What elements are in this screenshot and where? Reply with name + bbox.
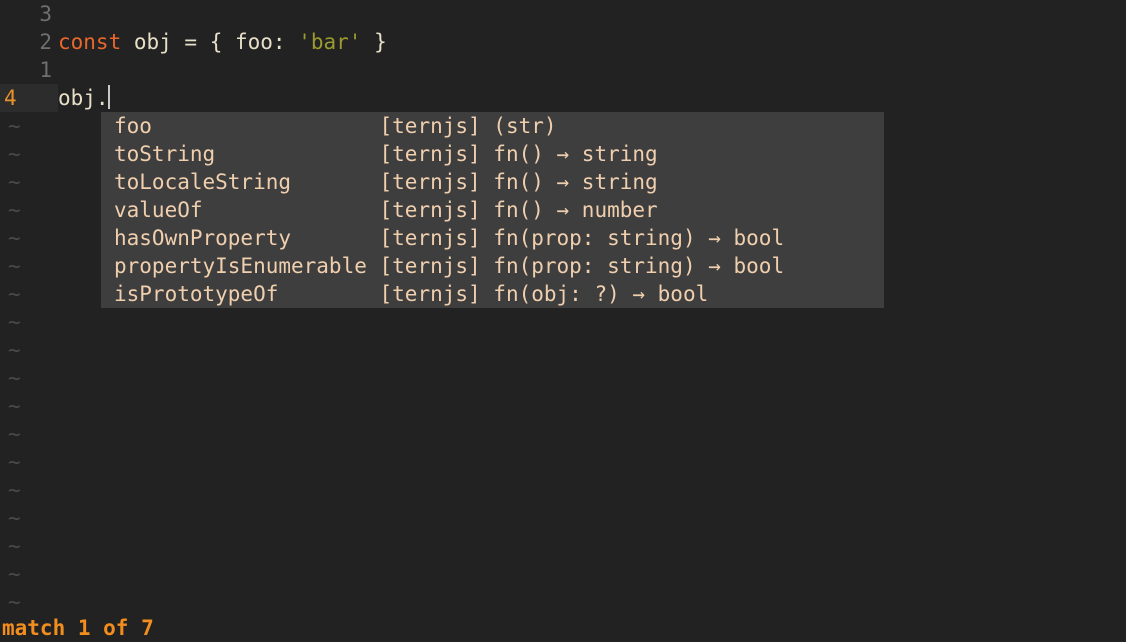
text-cursor <box>107 85 110 109</box>
editor-line[interactable]: 2 const obj = { foo: 'bar' } <box>0 28 1126 56</box>
code-token-plain: obj. <box>58 86 109 110</box>
autocomplete-item[interactable]: hasOwnProperty [ternjs] fn(prop: string)… <box>101 224 884 252</box>
autocomplete-item-name: isPrototypeOf <box>114 282 380 306</box>
line-number: 4 <box>0 84 58 112</box>
code-token-string: 'bar' <box>298 30 362 54</box>
code-text: obj. <box>58 84 110 112</box>
empty-line-tilde: ~ <box>8 366 21 390</box>
empty-line-tilde: ~ <box>8 534 21 558</box>
autocomplete-item-name: foo <box>114 114 380 138</box>
autocomplete-item[interactable]: valueOf [ternjs] fn() → number <box>101 196 884 224</box>
empty-line-tilde: ~ <box>8 338 21 362</box>
code-text: const obj = { foo: 'bar' } <box>58 28 387 56</box>
autocomplete-item[interactable]: foo [ternjs] (str) <box>101 112 884 140</box>
empty-line-tilde: ~ <box>8 282 21 306</box>
autocomplete-item[interactable]: propertyIsEnumerable [ternjs] fn(prop: s… <box>101 252 884 280</box>
empty-line-tilde: ~ <box>8 590 21 614</box>
status-message: match 1 of 7 <box>2 616 154 640</box>
editor-line-current[interactable]: 4 obj. <box>0 84 1126 112</box>
empty-line-tilde: ~ <box>8 226 21 250</box>
empty-line-tilde: ~ <box>8 198 21 222</box>
autocomplete-popup[interactable]: foo [ternjs] (str) toString [ternjs] fn()… <box>101 112 884 308</box>
autocomplete-item-name: toLocaleString <box>114 170 380 194</box>
autocomplete-item[interactable]: toLocaleString [ternjs] fn() → string <box>101 168 884 196</box>
empty-line-tilde: ~ <box>8 478 21 502</box>
autocomplete-item-signature: [ternjs] fn(obj: ?) → bool <box>379 282 709 306</box>
status-line: match 1 of 7 <box>0 614 1126 642</box>
vim-editor-window: 3 2 const obj = { foo: 'bar' } 1 4 obj. ~ ~ ~ ~ ~ ~… <box>0 0 1126 642</box>
code-token-keyword: const <box>58 30 122 54</box>
empty-line-tilde: ~ <box>8 394 21 418</box>
empty-line-tilde: ~ <box>8 562 21 586</box>
code-token-plain: obj = { foo: <box>121 30 299 54</box>
empty-line-tilde: ~ <box>8 506 21 530</box>
line-number: 1 <box>39 58 52 82</box>
autocomplete-item-signature: [ternjs] fn(prop: string) → bool <box>379 254 785 278</box>
autocomplete-item-signature: [ternjs] fn() → string <box>379 170 658 194</box>
autocomplete-item-name: toString <box>114 142 380 166</box>
code-token-plain: } <box>361 30 387 54</box>
autocomplete-item[interactable]: toString [ternjs] fn() → string <box>101 140 884 168</box>
autocomplete-item-name: valueOf <box>114 198 380 222</box>
autocomplete-item-signature: [ternjs] (str) <box>379 114 557 138</box>
line-number: 2 <box>39 30 52 54</box>
editor-line[interactable]: 1 <box>0 56 1126 84</box>
autocomplete-item[interactable]: isPrototypeOf [ternjs] fn(obj: ?) → bool <box>101 280 884 308</box>
editor-line[interactable]: 3 <box>0 0 1126 28</box>
autocomplete-item-signature: [ternjs] fn() → number <box>379 198 658 222</box>
autocomplete-item-signature: [ternjs] fn(prop: string) → bool <box>379 226 785 250</box>
autocomplete-item-signature: [ternjs] fn() → string <box>379 142 658 166</box>
empty-line-tilde: ~ <box>8 254 21 278</box>
empty-line-tilde: ~ <box>8 114 21 138</box>
empty-line-tilde: ~ <box>8 170 21 194</box>
empty-line-tilde: ~ <box>8 450 21 474</box>
autocomplete-item-name: propertyIsEnumerable <box>114 254 380 278</box>
line-number: 3 <box>39 2 52 26</box>
empty-line-tilde: ~ <box>8 422 21 446</box>
empty-line-tilde: ~ <box>8 142 21 166</box>
autocomplete-item-name: hasOwnProperty <box>114 226 380 250</box>
empty-line-tilde: ~ <box>8 310 21 334</box>
